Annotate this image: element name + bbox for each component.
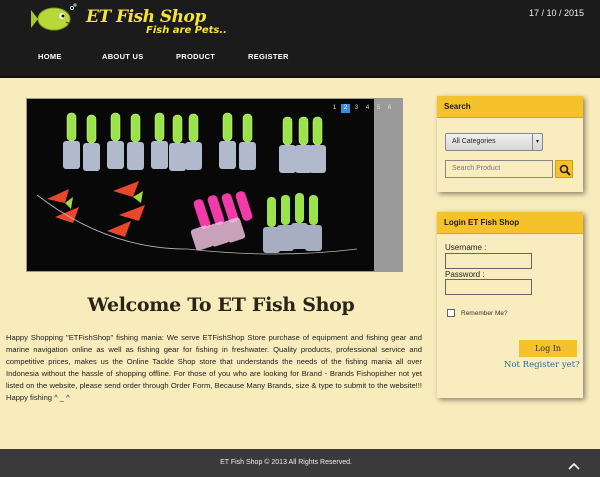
login-button[interactable]: Log In [519,340,577,357]
brand-tagline: Fish are Pets.. [146,25,227,36]
search-panel: Search All Categories ▾ Search Product [437,96,583,192]
slider-page-1[interactable]: 1 [330,104,339,113]
slider-page-5[interactable]: 5 [374,104,383,113]
search-button[interactable] [555,160,573,178]
fish-logo-icon [31,3,77,31]
password-field[interactable] [445,279,532,295]
password-label: Password : [445,270,485,279]
nav-register[interactable]: REGISTER [248,52,289,61]
search-icon [559,164,571,176]
back-to-top-button[interactable] [566,459,582,471]
search-panel-title: Search [437,96,583,118]
brand-name: ET Fish Shop [86,7,206,27]
welcome-text: Happy Shopping "ETFishShop" fishing mani… [6,333,422,402]
welcome-title: Welcome To ET Fish Shop [87,294,355,316]
remember-me-label: Remember Me? [461,310,508,317]
slider-page-2[interactable]: 2 [341,104,350,113]
remember-me-checkbox[interactable] [447,309,455,317]
search-input[interactable]: Search Product [445,160,553,178]
site-header: ET Fish Shop Fish are Pets.. 17 / 10 / 2… [0,0,600,78]
login-panel: Login ET Fish Shop Username : Password :… [437,212,583,398]
dropdown-arrow-icon: ▾ [532,134,542,150]
category-select[interactable]: All Categories ▾ [445,133,543,151]
nav-about-us[interactable]: ABOUT US [102,52,144,61]
chevron-up-icon [568,462,580,470]
category-select-value: All Categories [452,138,496,145]
slider-page-6[interactable]: 6 [385,104,394,113]
register-link[interactable]: Not Register yet? [504,360,580,370]
username-label: Username : [445,243,487,252]
slide-image [27,99,374,271]
image-slider[interactable]: 1 2 3 4 5 6 [26,98,403,272]
copyright-text: ET Fish Shop © 2013 All Rights Reserved. [220,459,352,466]
fishing-lures-photo [27,99,374,271]
slider-page-3[interactable]: 3 [352,104,361,113]
nav-home[interactable]: HOME [38,52,62,61]
current-date: 17 / 10 / 2015 [528,8,584,18]
nav-product[interactable]: PRODUCT [176,52,215,61]
login-panel-title: Login ET Fish Shop [437,212,583,234]
site-footer: ET Fish Shop © 2013 All Rights Reserved. [0,449,600,477]
slider-page-4[interactable]: 4 [363,104,372,113]
username-field[interactable] [445,253,532,269]
slide-side-panel [374,99,402,271]
site-logo[interactable]: ET Fish Shop Fish are Pets.. [30,3,227,37]
